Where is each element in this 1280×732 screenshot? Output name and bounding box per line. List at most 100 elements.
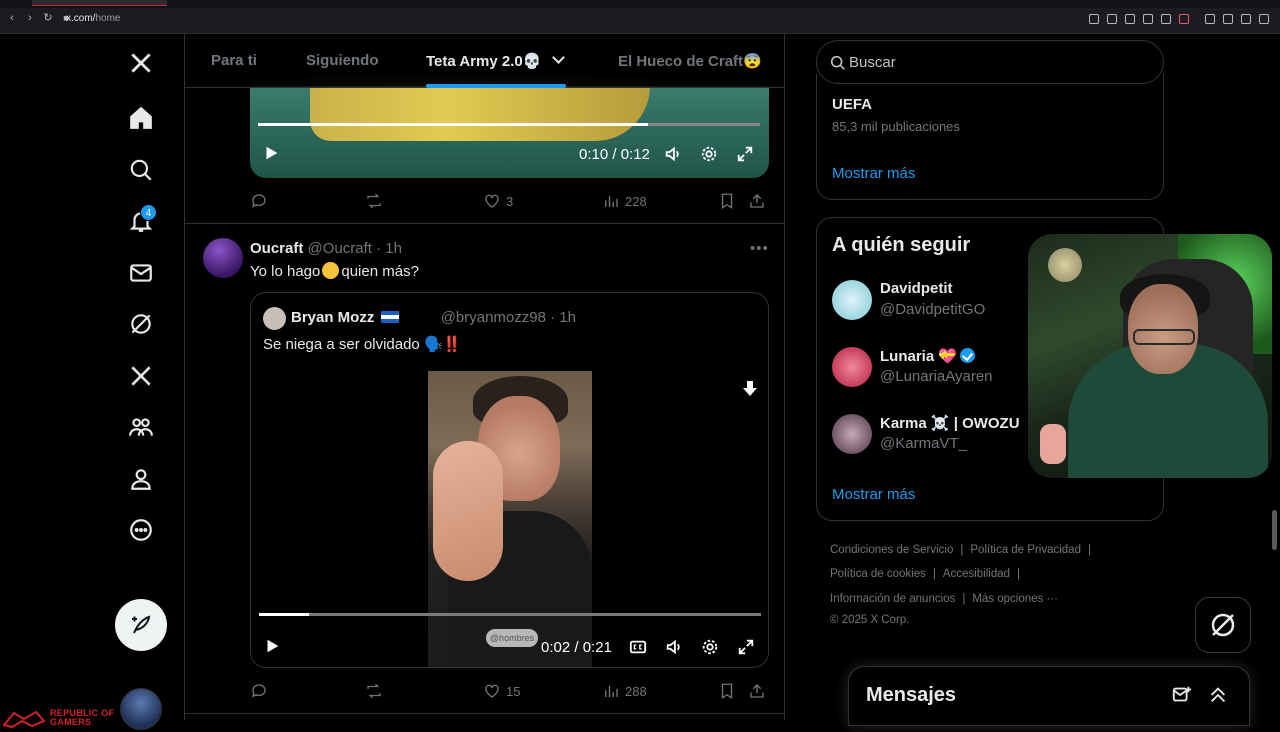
new-message-icon[interactable]: [1171, 684, 1193, 706]
suggestion-handle[interactable]: @LunariaAyaren: [880, 368, 993, 385]
repost-icon: [367, 193, 381, 209]
quoted-settings-button[interactable]: [700, 637, 720, 657]
communities-icon[interactable]: [124, 410, 158, 444]
footer-link[interactable]: Más opciones ···: [972, 593, 1058, 605]
tab-siguiendo[interactable]: Siguiendo: [306, 52, 379, 69]
premium-x-icon[interactable]: [124, 359, 158, 393]
share-icon[interactable]: [1223, 14, 1233, 24]
home-icon[interactable]: [124, 101, 158, 135]
quoted-play-button[interactable]: [263, 637, 281, 655]
fullscreen-button[interactable]: [735, 144, 755, 164]
quoted-volume-button[interactable]: [664, 637, 684, 657]
bookmark-button[interactable]: [718, 192, 736, 210]
footer-link[interactable]: Política de Privacidad: [970, 544, 1081, 556]
reply-button[interactable]: [250, 192, 268, 210]
reply-button[interactable]: [250, 682, 268, 700]
trend-title[interactable]: UEFA: [832, 96, 872, 113]
chevron-up-double-icon[interactable]: [1207, 684, 1229, 706]
quoted-video-progress-bar[interactable]: [259, 613, 761, 616]
grok-icon[interactable]: [124, 307, 158, 341]
rog-line2: GAMERS: [50, 717, 92, 727]
grok-icon: [1211, 613, 1235, 637]
pin-icon[interactable]: [1107, 14, 1117, 24]
messages-envelope-icon[interactable]: [124, 256, 158, 290]
grok-floating-button[interactable]: [1195, 597, 1251, 653]
suggestion-name-row[interactable]: Lunaria 💝: [880, 347, 976, 365]
play-button[interactable]: [262, 144, 280, 162]
suggestion-name[interactable]: Davidpetit: [880, 280, 953, 297]
address-bar[interactable]: x.com/home: [66, 13, 120, 24]
who-to-follow-show-more-link[interactable]: Mostrar más: [832, 486, 915, 503]
views-count: 288: [625, 683, 647, 699]
footer-link[interactable]: Condiciones de Servicio: [830, 544, 953, 556]
profile-icon[interactable]: [124, 462, 158, 496]
trends-show-more-link[interactable]: Mostrar más: [832, 165, 915, 182]
suggestion-name[interactable]: Karma ☠️ | OWOZU: [880, 414, 1020, 432]
like-button[interactable]: 15: [483, 682, 520, 700]
quoted-avatar[interactable]: [263, 307, 286, 330]
share-icon: [750, 684, 764, 698]
repost-button[interactable]: [365, 192, 383, 210]
captions-button[interactable]: [628, 637, 648, 657]
quoted-tweet[interactable]: Bryan Mozz @bryanmozz98 · 1h Se niega a …: [250, 292, 769, 668]
reload-icon[interactable]: ↻: [42, 12, 54, 24]
compose-post-button[interactable]: [115, 599, 167, 651]
suggestion-handle[interactable]: @DavidpetitGO: [880, 301, 985, 318]
x-logo-icon[interactable]: [124, 46, 158, 80]
quoted-video[interactable]: @hombres 0:02 / 0:21: [251, 371, 768, 667]
repost-button[interactable]: [365, 682, 383, 700]
bookmark-icon[interactable]: [1125, 14, 1135, 24]
video-settings-button[interactable]: [699, 144, 719, 164]
url-path: home: [95, 13, 121, 24]
scrollbar-thumb[interactable]: [1272, 510, 1277, 550]
zoom-icon[interactable]: [1089, 14, 1099, 24]
tab-teta-army[interactable]: Teta Army 2.0💀: [426, 51, 565, 70]
tweet2-avatar[interactable]: [203, 238, 243, 278]
video-progress-bar[interactable]: [258, 123, 760, 126]
more-options-icon[interactable]: [124, 513, 158, 547]
tweet-more-icon[interactable]: •••: [750, 240, 769, 257]
menu-icon[interactable]: [1259, 14, 1269, 24]
browser-toolbar: ‹ › ↻ ■ x.com/home: [0, 0, 1280, 34]
avatar[interactable]: [832, 280, 872, 320]
share-button[interactable]: [748, 682, 766, 700]
avatar[interactable]: [832, 347, 872, 387]
bookmark-button[interactable]: [718, 682, 736, 700]
left-navigation: 4 REPUBLIC OF GAMERS: [0, 34, 184, 730]
messages-drawer[interactable]: Mensajes: [848, 666, 1250, 726]
search-icon: [830, 55, 845, 70]
download-icon[interactable]: [1241, 14, 1251, 24]
footer-links-row2: Política de cookies | Accesibilidad |: [830, 568, 1021, 580]
chevron-down-icon[interactable]: [551, 51, 565, 64]
tweet1-video[interactable]: 0:10 / 0:12: [250, 86, 769, 178]
share-button[interactable]: [748, 192, 766, 210]
footer-link[interactable]: Accesibilidad: [943, 568, 1010, 580]
browser-tab[interactable]: [32, 0, 167, 6]
footer-link[interactable]: Información de anuncios: [830, 593, 955, 605]
back-icon[interactable]: ‹: [6, 12, 18, 24]
download-arrow-icon[interactable]: [743, 381, 757, 397]
tweet2-handle-time[interactable]: @Oucraft · 1h: [308, 240, 402, 257]
search-icon[interactable]: [124, 153, 158, 187]
like-button[interactable]: 3: [483, 192, 513, 210]
tab-para-ti[interactable]: Para ti: [211, 52, 257, 69]
views-button[interactable]: 228: [602, 192, 647, 210]
suggestion-handle[interactable]: @KarmaVT_: [880, 435, 967, 452]
shield-icon[interactable]: [1143, 14, 1153, 24]
extensions-icon[interactable]: [1205, 14, 1215, 24]
views-button[interactable]: 288: [602, 682, 647, 700]
quoted-fullscreen-button[interactable]: [736, 637, 756, 657]
footer-links-row1: Condiciones de Servicio | Política de Priv…: [830, 544, 1091, 556]
tab-el-hueco-de-craft[interactable]: El Hueco de Craft😨: [618, 52, 762, 70]
play-icon[interactable]: [1161, 14, 1171, 24]
avatar[interactable]: [832, 414, 872, 454]
footer-link[interactable]: Política de cookies: [830, 568, 926, 580]
tweet2-display-name[interactable]: Oucraft: [250, 240, 303, 257]
gear-icon: [700, 637, 720, 657]
forward-icon[interactable]: ›: [24, 12, 36, 24]
volume-button[interactable]: [663, 144, 683, 164]
heart-icon[interactable]: [1179, 14, 1189, 24]
rog-logo-icon: [2, 710, 46, 729]
search-input[interactable]: Buscar: [816, 40, 1164, 84]
browser-tab-strip: [0, 0, 1280, 8]
